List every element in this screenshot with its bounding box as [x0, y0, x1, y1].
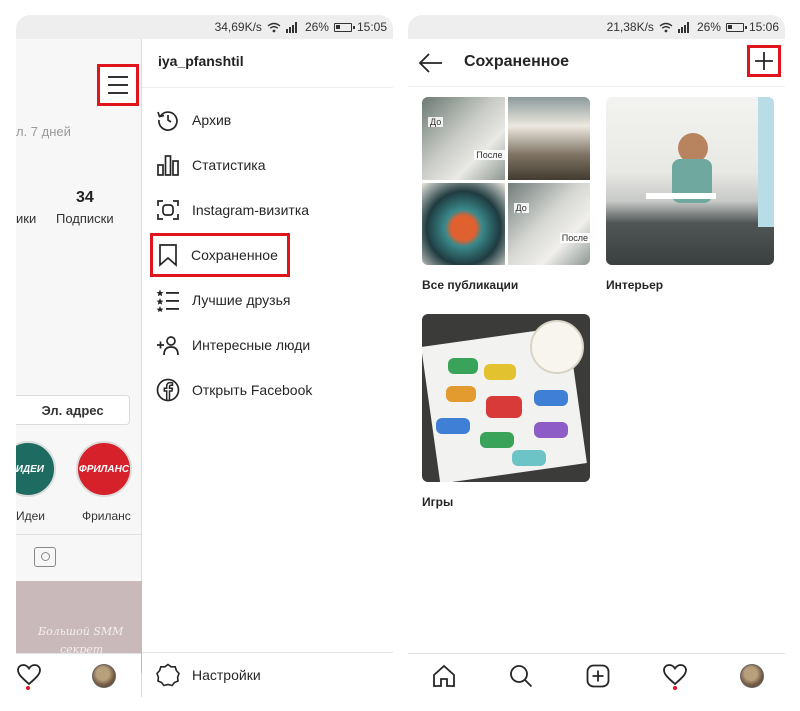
back-arrow-icon[interactable]	[418, 51, 444, 75]
menu-icon	[108, 76, 128, 78]
divider	[142, 652, 393, 653]
collection-all-posts[interactable]: До После До После Все публикации	[422, 97, 590, 292]
clock: 15:06	[748, 20, 779, 34]
archive-history-icon	[157, 111, 178, 131]
activity-heart-icon[interactable]	[17, 664, 41, 686]
menu-item-nametag[interactable]: Instagram-визитка	[156, 195, 309, 225]
right-phone-screen: 21,38K/s 26% 15:06 Сохраненное До После	[408, 15, 785, 697]
search-icon[interactable]	[509, 664, 533, 688]
close-friends-list-icon	[156, 289, 179, 312]
network-speed: 21,38K/s	[606, 20, 654, 34]
status-bar: 21,38K/s 26% 15:06	[408, 15, 785, 39]
page-title: Сохраненное	[464, 53, 570, 70]
menu-item-archive[interactable]: Архив	[156, 105, 231, 135]
profile-background: л. 7 дней ики 34 Подписки Эл. адрес ИДЕИ…	[16, 39, 142, 697]
email-button[interactable]: Эл. адрес	[16, 395, 130, 425]
collection-interior[interactable]: Интерьер	[606, 97, 774, 292]
battery-percent: 26%	[696, 20, 721, 34]
cover-image: До После	[507, 182, 590, 265]
menu-item-close-friends[interactable]: Лучшие друзья	[156, 285, 290, 315]
collection-cover	[422, 314, 590, 482]
saved-header: Сохраненное	[408, 39, 785, 87]
followers-label: ики	[16, 211, 37, 226]
menu-item-statistics[interactable]: Статистика	[156, 150, 266, 180]
status-bar: 34,69K/s 26% 15:05	[16, 15, 393, 39]
highlight-label: Фриланс	[82, 509, 131, 523]
facebook-icon	[156, 378, 180, 402]
activity-heart-icon[interactable]	[663, 664, 687, 686]
wifi-icon	[267, 22, 281, 32]
profile-avatar[interactable]	[740, 664, 764, 688]
battery-icon	[333, 22, 355, 32]
collection-cover	[606, 97, 774, 265]
notification-dot	[26, 686, 30, 690]
menu-item-open-facebook[interactable]: Открыть Facebook	[156, 375, 312, 405]
tagged-photos-icon[interactable]	[34, 547, 56, 567]
collection-cover: До После До После	[422, 97, 590, 265]
side-drawer-menu: iya_pfanshtil Архив Статистика Instagram…	[142, 39, 393, 697]
highlight-freelance[interactable]: ФРИЛАНС	[76, 441, 132, 497]
bottom-navigation	[408, 653, 785, 697]
add-person-icon	[157, 336, 179, 356]
signal-icon	[677, 21, 689, 33]
bar-chart-icon	[157, 155, 179, 176]
drawer-username: iya_pfanshtil	[158, 53, 244, 69]
following-count[interactable]: 34	[76, 189, 94, 207]
car-drawing	[448, 358, 478, 374]
menu-item-saved[interactable]: Сохраненное	[150, 233, 290, 277]
highlight-label: Идеи	[16, 509, 46, 523]
network-speed: 34,69K/s	[214, 20, 262, 34]
following-label[interactable]: Подписки	[56, 211, 114, 226]
collection-games[interactable]: Игры	[422, 314, 590, 509]
new-post-icon[interactable]	[586, 664, 610, 688]
bowl	[530, 320, 584, 374]
plus-icon	[755, 52, 773, 70]
insights-period: л. 7 дней	[16, 124, 71, 139]
bookmark-icon	[159, 244, 177, 267]
collection-name: Интерьер	[606, 278, 664, 292]
battery-percent: 26%	[304, 20, 329, 34]
hamburger-menu-button[interactable]	[97, 64, 139, 106]
collection-name: Все публикации	[422, 278, 519, 292]
cover-image: До После	[422, 97, 505, 180]
clock: 15:05	[356, 20, 387, 34]
divider	[142, 87, 393, 88]
highlight-ideas[interactable]: ИДЕИ	[16, 441, 56, 497]
wifi-icon	[659, 22, 673, 32]
add-collection-button[interactable]	[747, 45, 781, 77]
cover-image	[422, 182, 505, 265]
cover-image	[507, 97, 590, 180]
left-phone-screen: 34,69K/s 26% 15:05 л. 7 дней ики 34 Подп…	[16, 15, 393, 697]
menu-item-settings[interactable]: Настройки	[156, 660, 261, 690]
settings-gear-icon	[156, 663, 180, 687]
divider	[16, 534, 141, 535]
bottom-navigation	[16, 653, 141, 697]
collection-name: Игры	[422, 495, 454, 509]
home-icon[interactable]	[432, 664, 456, 688]
profile-avatar[interactable]	[92, 664, 116, 688]
notification-dot	[673, 686, 677, 690]
signal-icon	[285, 21, 297, 33]
menu-item-discover-people[interactable]: Интересные люди	[156, 330, 310, 360]
nametag-scan-icon	[157, 200, 179, 220]
battery-icon	[725, 22, 747, 32]
